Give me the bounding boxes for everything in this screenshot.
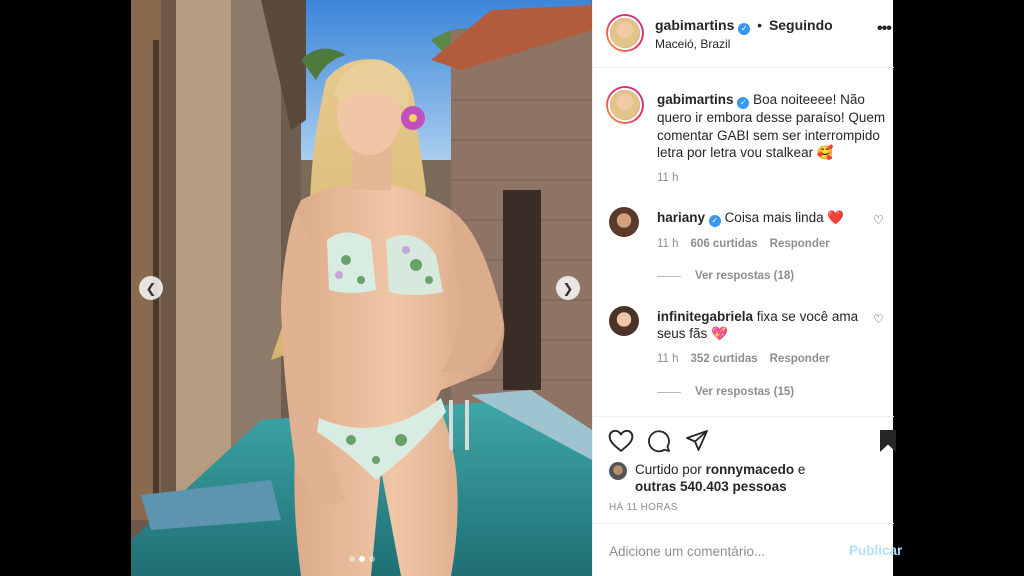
- publish-button[interactable]: Publicar: [849, 543, 902, 558]
- likes-conjunction: e: [797, 462, 806, 477]
- verified-badge-icon: ✓: [708, 215, 721, 227]
- comment-time[interactable]: 11 h: [657, 238, 679, 250]
- comment-like-icon[interactable]: ♡: [873, 312, 884, 326]
- chevron-right-icon[interactable]: ❯: [556, 276, 580, 300]
- post-actions: Curtido por ronnymacedo e outras 540.403…: [593, 416, 896, 524]
- author-username[interactable]: gabimartins: [655, 17, 734, 33]
- commenter-avatar[interactable]: [609, 207, 639, 237]
- view-replies-button[interactable]: Ver respostas (15): [657, 386, 794, 398]
- comment-input[interactable]: [609, 540, 839, 562]
- caption-time[interactable]: 11 h: [657, 172, 679, 184]
- comment-text: Coisa mais linda ❤️: [724, 210, 845, 225]
- view-replies-button[interactable]: Ver respostas (18): [657, 270, 794, 282]
- comment-like-icon[interactable]: ♡: [873, 213, 884, 227]
- heart-icon[interactable]: [608, 429, 634, 453]
- reply-button[interactable]: Responder: [770, 353, 830, 365]
- divider: [657, 275, 681, 277]
- post-side-panel: gabimartins ✓ • Seguindo Maceió, Brazil …: [592, 0, 902, 576]
- divider: [657, 391, 681, 393]
- post-header: gabimartins ✓ • Seguindo Maceió, Brazil …: [593, 0, 894, 68]
- carousel-dots: [131, 556, 592, 562]
- post-photo[interactable]: ❮ ❯: [131, 0, 592, 576]
- comment-time[interactable]: 11 h: [657, 353, 679, 365]
- more-options-icon[interactable]: •••: [877, 20, 892, 38]
- commenter-avatar[interactable]: [609, 306, 639, 336]
- comment-likes[interactable]: 352 curtidas: [691, 353, 758, 365]
- carousel-dot: [368, 556, 375, 562]
- photo-illustration: [131, 0, 592, 576]
- carousel-dot: [348, 556, 355, 562]
- following-button[interactable]: Seguindo: [769, 17, 833, 33]
- comment-meta: 11 h 352 curtidas Responder: [657, 353, 830, 365]
- caption-username[interactable]: gabimartins: [657, 92, 734, 107]
- view-replies-label: Ver respostas (18): [695, 270, 795, 282]
- author-avatar[interactable]: [606, 14, 644, 52]
- liker-username[interactable]: ronnymacedo: [706, 462, 795, 477]
- carousel-dot: [358, 556, 365, 562]
- post-location[interactable]: Maceió, Brazil: [655, 37, 730, 51]
- liker-avatar[interactable]: [609, 462, 627, 480]
- share-icon[interactable]: [684, 429, 710, 453]
- comment-icon[interactable]: [646, 429, 672, 453]
- view-replies-label: Ver respostas (15): [695, 386, 795, 398]
- verified-badge-icon: ✓: [738, 23, 751, 35]
- post-modal: ❮ ❯ gabimartins ✓ • Seguindo Maceió, Bra…: [131, 0, 902, 576]
- comment-meta: 11 h 606 curtidas Responder: [657, 238, 830, 250]
- comment-composer: Publicar: [593, 523, 902, 576]
- chevron-left-icon[interactable]: ❮: [139, 276, 163, 300]
- separator-dot: •: [757, 17, 763, 33]
- post-timestamp[interactable]: HÁ 11 HORAS: [609, 502, 678, 513]
- bookmark-icon[interactable]: [878, 429, 898, 453]
- comment-likes[interactable]: 606 curtidas: [691, 238, 758, 250]
- likes-count[interactable]: outras 540.403 pessoas: [635, 479, 787, 494]
- commenter-username[interactable]: infinitegabriela: [657, 309, 753, 324]
- commenter-username[interactable]: hariany: [657, 210, 705, 225]
- likes-prefix: Curtido por: [635, 462, 702, 477]
- verified-badge-icon: ✓: [737, 97, 750, 109]
- reply-button[interactable]: Responder: [770, 238, 830, 250]
- caption-avatar[interactable]: [606, 86, 644, 124]
